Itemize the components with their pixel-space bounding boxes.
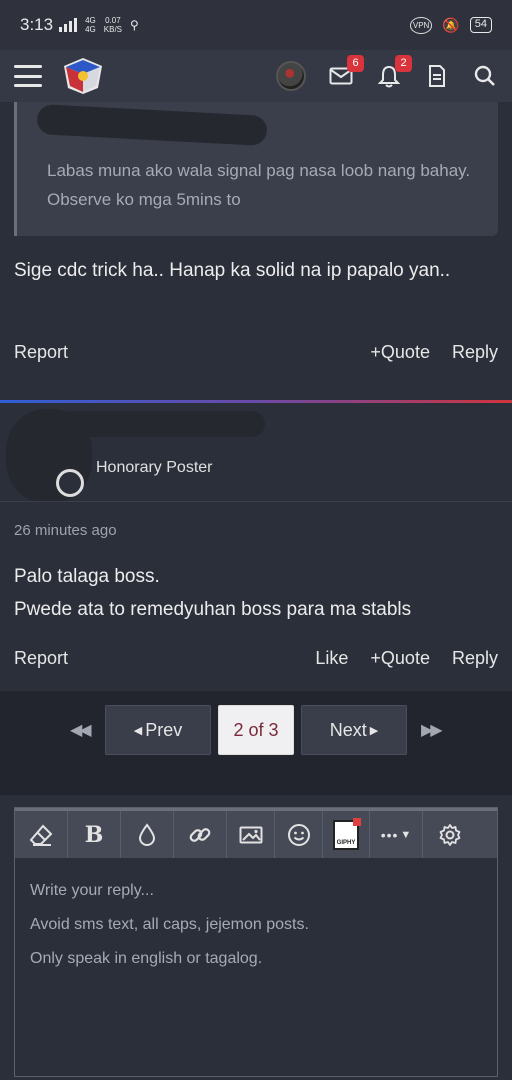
reply-button[interactable]: Reply xyxy=(452,648,498,669)
image-button[interactable] xyxy=(227,811,275,858)
post-actions: Report +Quote Reply xyxy=(14,342,498,363)
caret-right-icon: ▶ xyxy=(369,724,379,737)
document-icon xyxy=(429,65,445,87)
link-button[interactable] xyxy=(174,811,227,858)
redaction-scribble xyxy=(60,411,265,437)
current-page-indicator[interactable]: 2 of 3 xyxy=(218,705,294,755)
bold-icon: B xyxy=(84,821,104,848)
messages-button[interactable]: 6 xyxy=(328,55,364,89)
quoted-message: Labas muna ako wala signal pag nasa loob… xyxy=(14,102,498,236)
alerts-button[interactable]: 2 xyxy=(376,55,412,89)
post-2-user-header: Honorary Poster xyxy=(0,403,512,503)
smile-icon xyxy=(287,823,310,846)
post-actions: Report Like +Quote Reply xyxy=(14,648,498,669)
smilie-button[interactable] xyxy=(275,811,323,858)
user-avatar[interactable] xyxy=(276,61,306,91)
quote-button[interactable]: +Quote xyxy=(370,648,430,669)
chevron-down-icon: ▼ xyxy=(400,828,412,841)
pagination-area: ◀◀ ◀ Prev 2 of 3 Next ▶ ▶▶ xyxy=(0,691,512,795)
settings-button[interactable] xyxy=(423,811,477,858)
eraser-icon xyxy=(29,824,53,846)
next-page-button[interactable]: Next ▶ xyxy=(301,705,407,755)
site-logo[interactable] xyxy=(62,56,104,96)
first-page-icon[interactable]: ◀◀ xyxy=(70,705,92,755)
quote-text: Labas muna ako wala signal pag nasa loob… xyxy=(47,161,471,209)
usb-icon: ⚲ xyxy=(130,18,139,32)
giphy-button[interactable]: GIPHY xyxy=(323,811,370,858)
reply-editor[interactable]: B GIPHY ••• ▼ Write your reply... Avoid … xyxy=(14,807,498,1077)
post-body-line: Pwede ata to remedyuhan boss para ma sta… xyxy=(14,599,412,620)
drop-icon xyxy=(138,822,156,846)
messages-badge: 6 xyxy=(347,55,364,72)
clear-format-button[interactable] xyxy=(15,811,68,858)
signal-icon xyxy=(59,18,78,32)
status-time: 3:13 xyxy=(20,15,54,34)
gear-icon xyxy=(439,823,461,846)
battery-indicator: 54 xyxy=(469,17,492,33)
link-icon xyxy=(189,827,211,842)
report-link[interactable]: Report xyxy=(14,648,68,669)
like-button[interactable]: Like xyxy=(315,648,348,669)
last-page-icon[interactable]: ▶▶ xyxy=(421,705,443,755)
prev-page-button[interactable]: ◀ Prev xyxy=(105,705,211,755)
network-type: 4G 4G xyxy=(85,16,96,34)
pagination: ◀◀ ◀ Prev 2 of 3 Next ▶ ▶▶ xyxy=(0,705,512,755)
vpn-indicator: VPN xyxy=(409,16,433,34)
bold-button[interactable]: B xyxy=(68,811,121,858)
search-icon xyxy=(474,65,495,86)
alerts-badge: 2 xyxy=(395,55,412,72)
post-1: Labas muna ako wala signal pag nasa loob… xyxy=(0,102,512,386)
plus-icon: + xyxy=(370,648,381,668)
color-button[interactable] xyxy=(121,811,174,858)
whats-new-button[interactable] xyxy=(424,63,450,89)
plus-icon: + xyxy=(370,342,381,362)
more-options-button[interactable]: ••• ▼ xyxy=(370,811,423,858)
image-icon xyxy=(239,826,262,843)
caret-left-icon: ◀ xyxy=(133,724,143,737)
menu-icon[interactable] xyxy=(14,65,42,87)
reply-button[interactable]: Reply xyxy=(452,342,498,363)
redaction-scribble xyxy=(36,104,268,146)
status-bar: 3:13 4G 4G 0.07 KB/S ⚲ VPN 🔕 54 xyxy=(0,0,512,50)
search-button[interactable] xyxy=(472,63,498,89)
network-speed: 0.07 KB/S xyxy=(103,16,122,34)
editor-toolbar: B GIPHY ••• ▼ xyxy=(15,808,497,858)
reply-editor-area: B GIPHY ••• ▼ Write your reply... Avoid … xyxy=(0,795,512,1080)
user-avatar-small[interactable] xyxy=(56,469,84,497)
post-2: 26 minutes ago Palo talaga boss. Pwede a… xyxy=(0,501,512,691)
post-body: Palo talaga boss. Pwede ata to remedyuha… xyxy=(14,560,498,626)
reply-placeholder: Write your reply... Avoid sms text, all … xyxy=(30,882,309,967)
quote-button[interactable]: +Quote xyxy=(370,342,430,363)
ellipsis-icon: ••• xyxy=(380,826,399,843)
post-body: Sige cdc trick ha.. Hanap ka solid na ip… xyxy=(14,260,451,281)
user-title: Honorary Poster xyxy=(96,459,213,476)
post-body-line: Palo talaga boss. xyxy=(14,566,160,587)
giphy-icon: GIPHY xyxy=(333,817,361,850)
report-link[interactable]: Report xyxy=(14,342,68,363)
post-timestamp[interactable]: 26 minutes ago xyxy=(14,522,117,539)
app-header: 6 2 xyxy=(0,50,512,102)
mute-icon: 🔕 xyxy=(442,16,460,33)
